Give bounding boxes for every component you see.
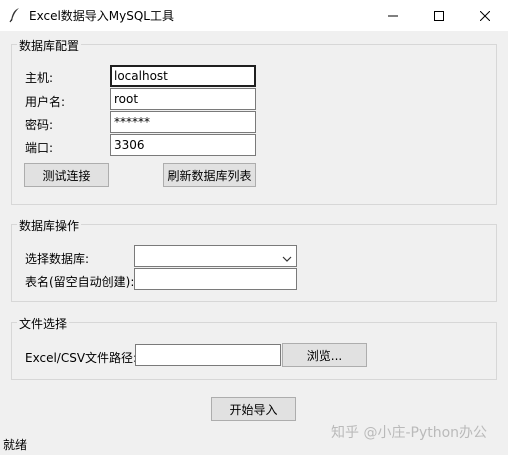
test-connection-button[interactable]: 测试连接 [24,163,109,187]
feather-icon [8,7,22,23]
minimize-icon [388,11,398,21]
db-ops-title: 数据库操作 [17,217,82,234]
file-path-label: Excel/CSV文件路径: [25,351,138,365]
minimize-button[interactable] [370,0,416,31]
chevron-down-icon[interactable] [282,252,292,262]
host-label: 主机: [25,71,54,85]
maximize-icon [434,10,444,21]
user-label: 用户名: [25,95,66,109]
table-name-input[interactable] [134,268,297,290]
refresh-db-list-button[interactable]: 刷新数据库列表 [163,163,256,187]
port-input[interactable] [110,134,256,156]
watermark: 知乎 @小庄-Python办公 [331,425,488,441]
maximize-button[interactable] [416,0,462,31]
status-label: 就绪 [3,438,28,452]
db-config-title: 数据库配置 [17,37,82,54]
select-db-label: 选择数据库: [25,252,90,266]
close-icon [480,10,490,21]
file-path-input[interactable] [135,344,281,366]
window-title: Excel数据导入MySQL工具 [29,9,174,23]
host-input[interactable] [110,65,256,87]
file-select-title: 文件选择 [17,315,70,332]
title-bar[interactable]: Excel数据导入MySQL工具 [0,0,508,31]
database-select[interactable] [134,245,297,267]
close-button[interactable] [462,0,508,31]
password-label: 密码: [25,118,54,132]
user-input[interactable] [110,88,256,110]
start-import-button[interactable]: 开始导入 [211,397,296,421]
password-input[interactable] [110,111,256,133]
browse-button[interactable]: 浏览... [282,343,367,367]
table-name-label: 表名(留空自动创建): [25,275,135,289]
port-label: 端口: [25,141,54,155]
